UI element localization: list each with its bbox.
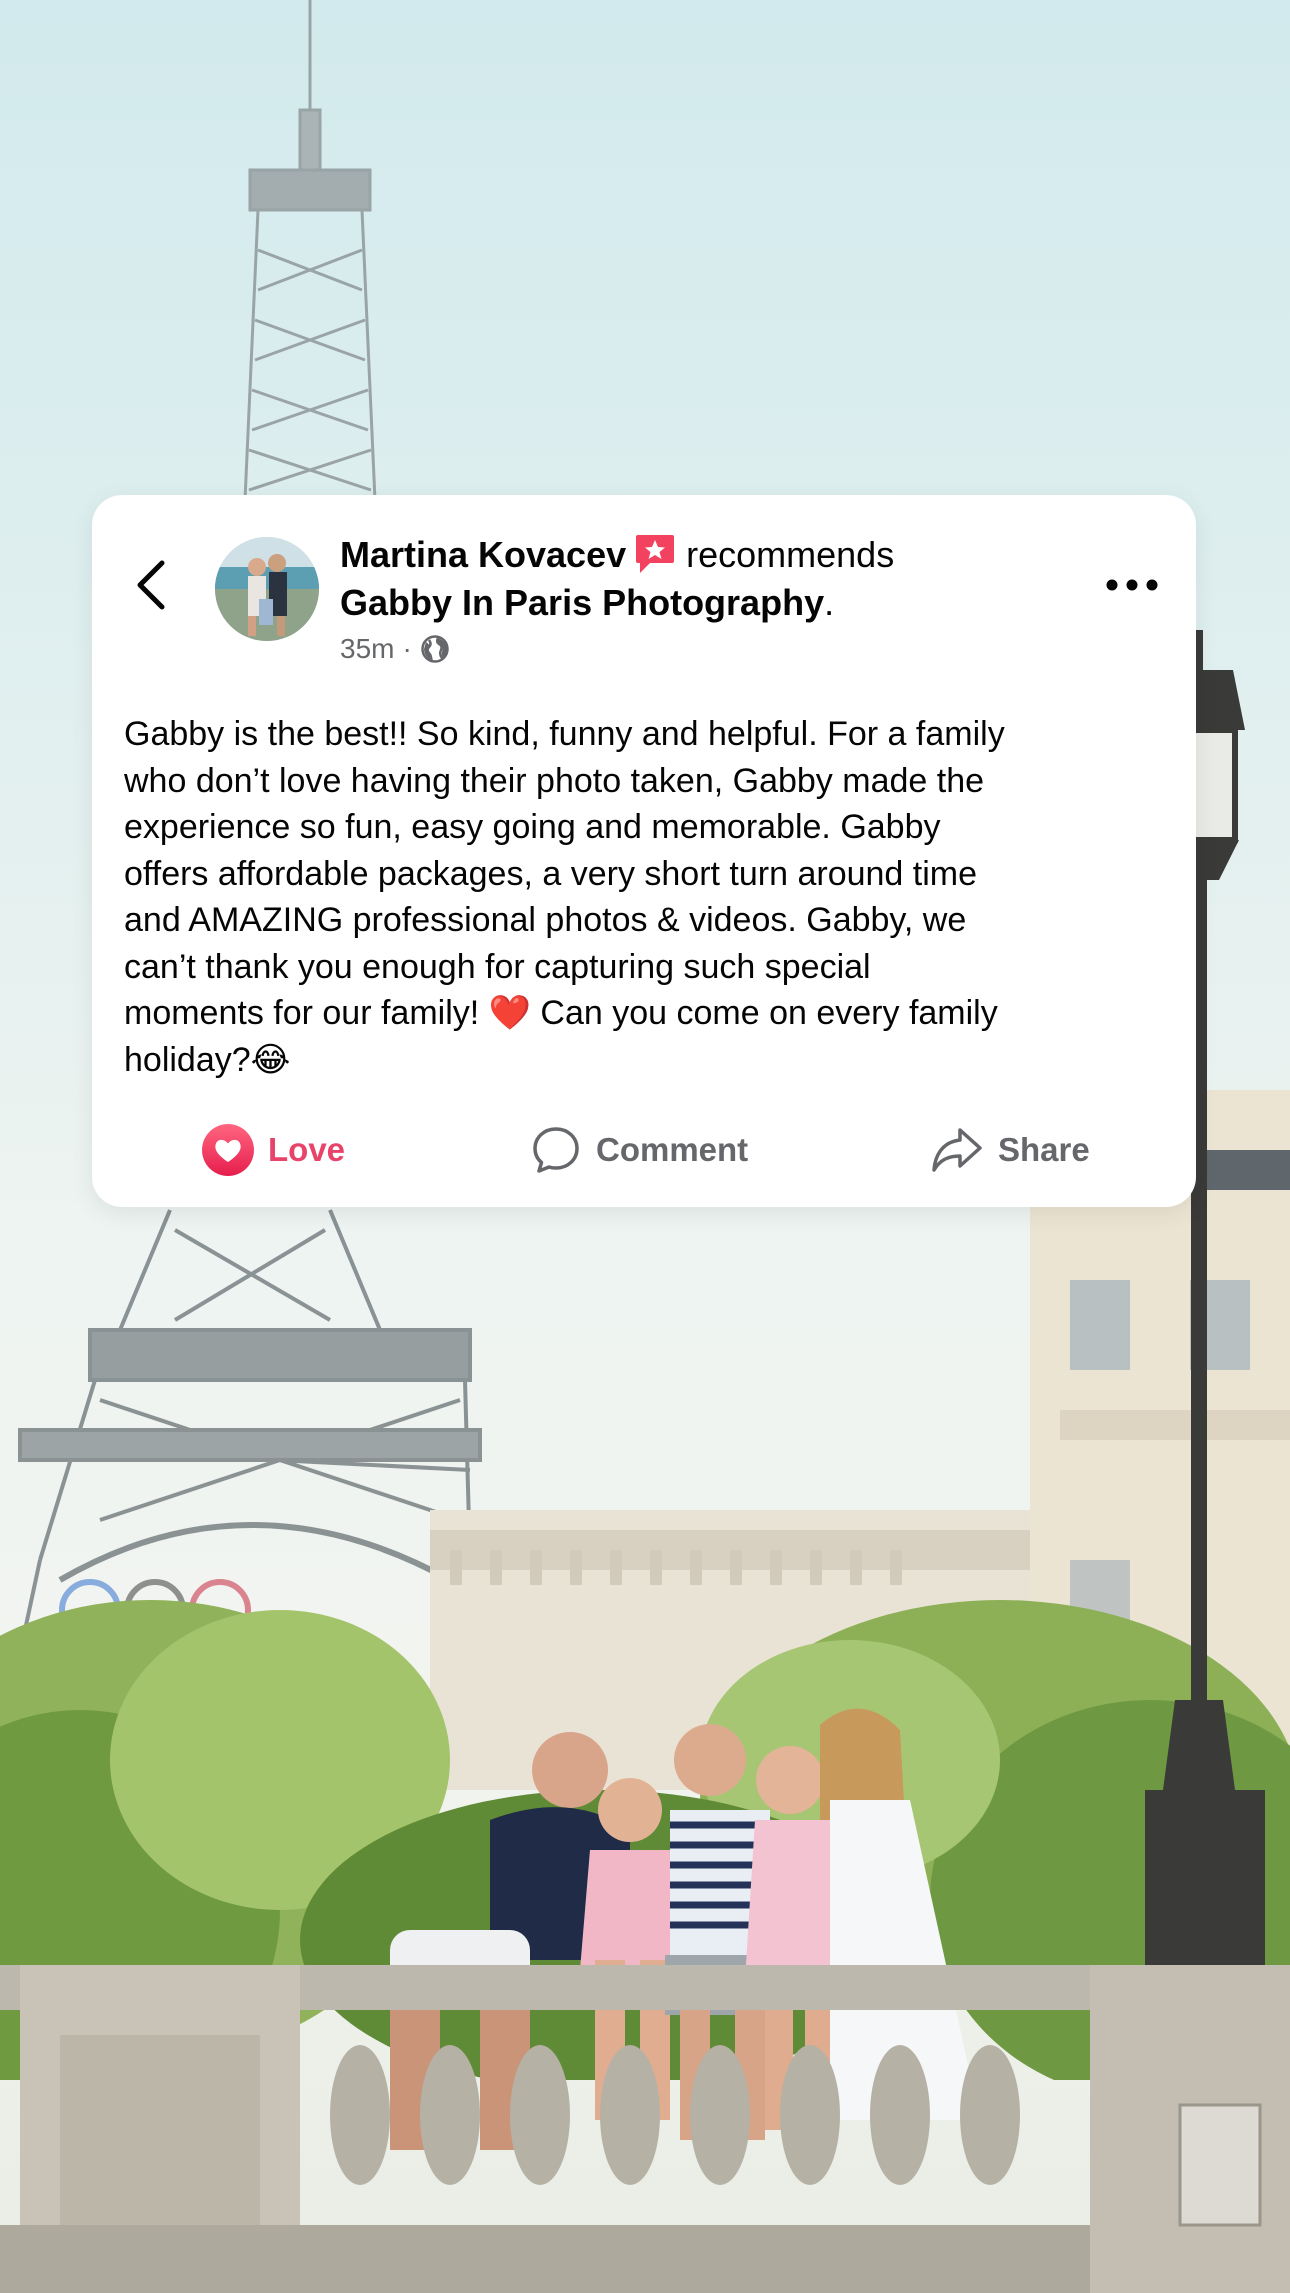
recommended-page-name[interactable]: Gabby In Paris Photography — [340, 582, 824, 623]
author-avatar[interactable] — [215, 537, 319, 641]
post-header: Martina Kovacev recommends Gabby In Pari… — [340, 531, 1140, 667]
share-label: Share — [998, 1131, 1090, 1168]
love-label: Love — [268, 1131, 346, 1168]
comment-label: Comment — [596, 1131, 749, 1168]
recommendation-line: Martina Kovacev recommends — [340, 531, 1140, 579]
share-arrow-icon — [932, 1128, 982, 1172]
post-actions-bar: Love Comment Share — [92, 1115, 1196, 1185]
recommended-page-line: Gabby In Paris Photography. — [340, 579, 1140, 627]
meta-separator: · — [402, 633, 412, 664]
post-text: Gabby is the best!! So kind, funny and h… — [124, 715, 1005, 1079]
page-name-period: . — [824, 582, 835, 623]
comment-bubble-icon — [533, 1127, 579, 1173]
recommend-star-icon — [636, 535, 675, 573]
heart-icon — [202, 1124, 254, 1176]
post-meta: 35m · — [340, 631, 1140, 667]
more-horizontal-icon — [1106, 579, 1158, 591]
back-button[interactable] — [132, 557, 172, 613]
more-options-button[interactable] — [1102, 567, 1162, 603]
globe-icon[interactable] — [420, 634, 450, 664]
comment-button[interactable]: Comment — [530, 1115, 748, 1185]
recommendation-post-card: Martina Kovacev recommends Gabby In Pari… — [92, 495, 1196, 1207]
avatar-photo — [215, 537, 319, 641]
love-button[interactable]: Love — [202, 1115, 345, 1185]
post-timestamp[interactable]: 35m — [340, 631, 394, 667]
author-name[interactable]: Martina Kovacev — [340, 534, 626, 575]
stone-balustrade — [0, 1965, 1290, 2293]
chevron-left-icon — [137, 560, 165, 610]
share-button[interactable]: Share — [930, 1115, 1090, 1185]
recommends-text: recommends — [686, 534, 895, 575]
